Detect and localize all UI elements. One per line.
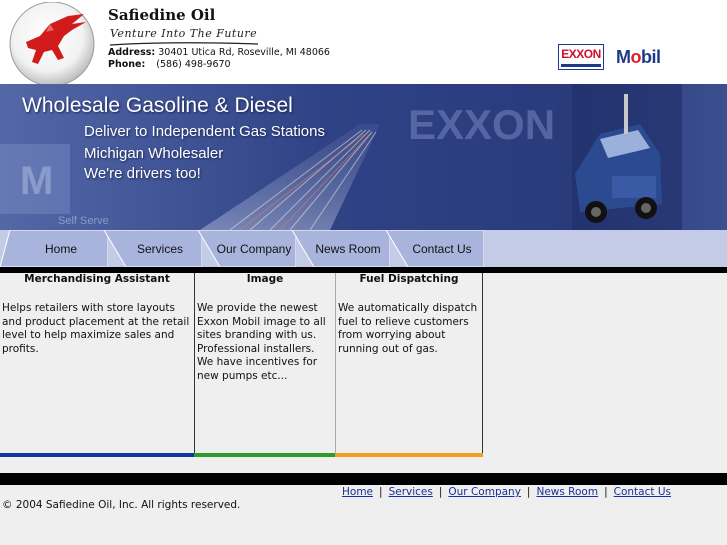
- column-body: We automatically dispatch fuel to reliev…: [338, 302, 478, 355]
- nav-tab-label: Contact Us: [412, 241, 472, 256]
- service-column-merchandising: Merchandising Assistant Helps retailers …: [0, 273, 194, 454]
- nav-tab-label: Our Company: [216, 241, 292, 256]
- phone-value: (586) 498-9670: [156, 59, 231, 70]
- footer-divider: [0, 473, 727, 485]
- services-content: Merchandising Assistant Helps retailers …: [0, 273, 727, 473]
- hero-banner: M Self Serve EXXON Wholesale Gasoline & …: [0, 84, 727, 230]
- banner-line: Deliver to Independent Gas Stations: [84, 123, 325, 140]
- column-title: Image: [246, 273, 284, 285]
- phone-row: Phone: (586) 498-9670: [108, 59, 231, 70]
- svg-text:Self Serve: Self Serve: [58, 215, 109, 227]
- tagline: Venture Into The Future: [110, 27, 258, 40]
- address-row: Address: 30401 Utica Rd, Roseville, MI 4…: [108, 47, 330, 58]
- copyright-text: © 2004 Safiedine Oil, Inc. All rights re…: [2, 499, 241, 511]
- footer-separator: |: [526, 486, 531, 498]
- footer-link-our-company[interactable]: Our Company: [448, 486, 521, 498]
- nav-tab-label: Services: [136, 241, 183, 256]
- column-title: Fuel Dispatching: [359, 273, 459, 285]
- service-column-image: Image We provide the newest Exxon Mobil …: [194, 273, 335, 454]
- footer-link-contact-us[interactable]: Contact Us: [614, 486, 671, 498]
- column-accent-bar-green: [194, 453, 335, 457]
- phone-label: Phone:: [108, 59, 146, 70]
- pegasus-logo[interactable]: [6, 1, 106, 87]
- main-nav: Home Services Our Company News Room Cont…: [0, 230, 727, 267]
- nav-tab-label: News Room: [315, 241, 381, 256]
- service-column-fuel-dispatching: Fuel Dispatching We automatically dispat…: [335, 273, 483, 454]
- svg-text:M: M: [20, 159, 53, 203]
- mobil-logo-o: o: [630, 47, 642, 67]
- nav-tab-services[interactable]: Services: [104, 230, 202, 267]
- nav-tab-contact-us[interactable]: Contact Us: [386, 230, 484, 267]
- mobil-logo: Mobil: [616, 47, 661, 68]
- banner-headline: Wholesale Gasoline & Diesel: [22, 94, 293, 117]
- banner-line: Michigan Wholesaler: [84, 145, 224, 162]
- address-value: 30401 Utica Rd, Roseville, MI 48066: [158, 47, 330, 58]
- column-accent-bar-blue: [0, 453, 194, 457]
- site-header: Safiedine Oil Venture Into The Future Ad…: [0, 0, 727, 87]
- address-label: Address:: [108, 47, 156, 58]
- footer-separator: |: [379, 486, 383, 498]
- footer-link-news-room[interactable]: News Room: [536, 486, 598, 498]
- svg-text:EXXON: EXXON: [408, 101, 555, 148]
- nav-tab-news-room[interactable]: News Room: [292, 230, 390, 267]
- footer-separator: |: [438, 486, 443, 498]
- nav-tab-home[interactable]: Home: [0, 230, 108, 267]
- site-footer: Home | Services | Our Company | News Room | Cont…: [0, 485, 727, 545]
- nav-tab-our-company[interactable]: Our Company: [198, 230, 296, 267]
- footer-links: Home | Services | Our Company | News Room | Cont…: [342, 486, 671, 498]
- column-accent-bar-orange: [335, 453, 483, 457]
- banner-line: We're drivers too!: [84, 165, 201, 182]
- company-name: Safiedine Oil: [108, 6, 216, 24]
- mobil-logo-m: M: [616, 47, 631, 67]
- nav-tab-label: Home: [44, 241, 77, 256]
- exxon-logo: EXXON: [558, 44, 604, 70]
- footer-link-services[interactable]: Services: [389, 486, 433, 498]
- footer-link-home[interactable]: Home: [342, 486, 373, 498]
- column-body: Helps retailers with store layouts and p…: [2, 302, 190, 355]
- exxon-logo-bar: [561, 64, 601, 67]
- exxon-logo-text: EXXON: [561, 47, 601, 61]
- mobil-logo-bil: bil: [641, 47, 661, 67]
- column-body: We provide the newest Exxon Mobil image …: [197, 302, 326, 382]
- column-title: Merchandising Assistant: [24, 273, 170, 285]
- footer-separator: |: [604, 486, 608, 498]
